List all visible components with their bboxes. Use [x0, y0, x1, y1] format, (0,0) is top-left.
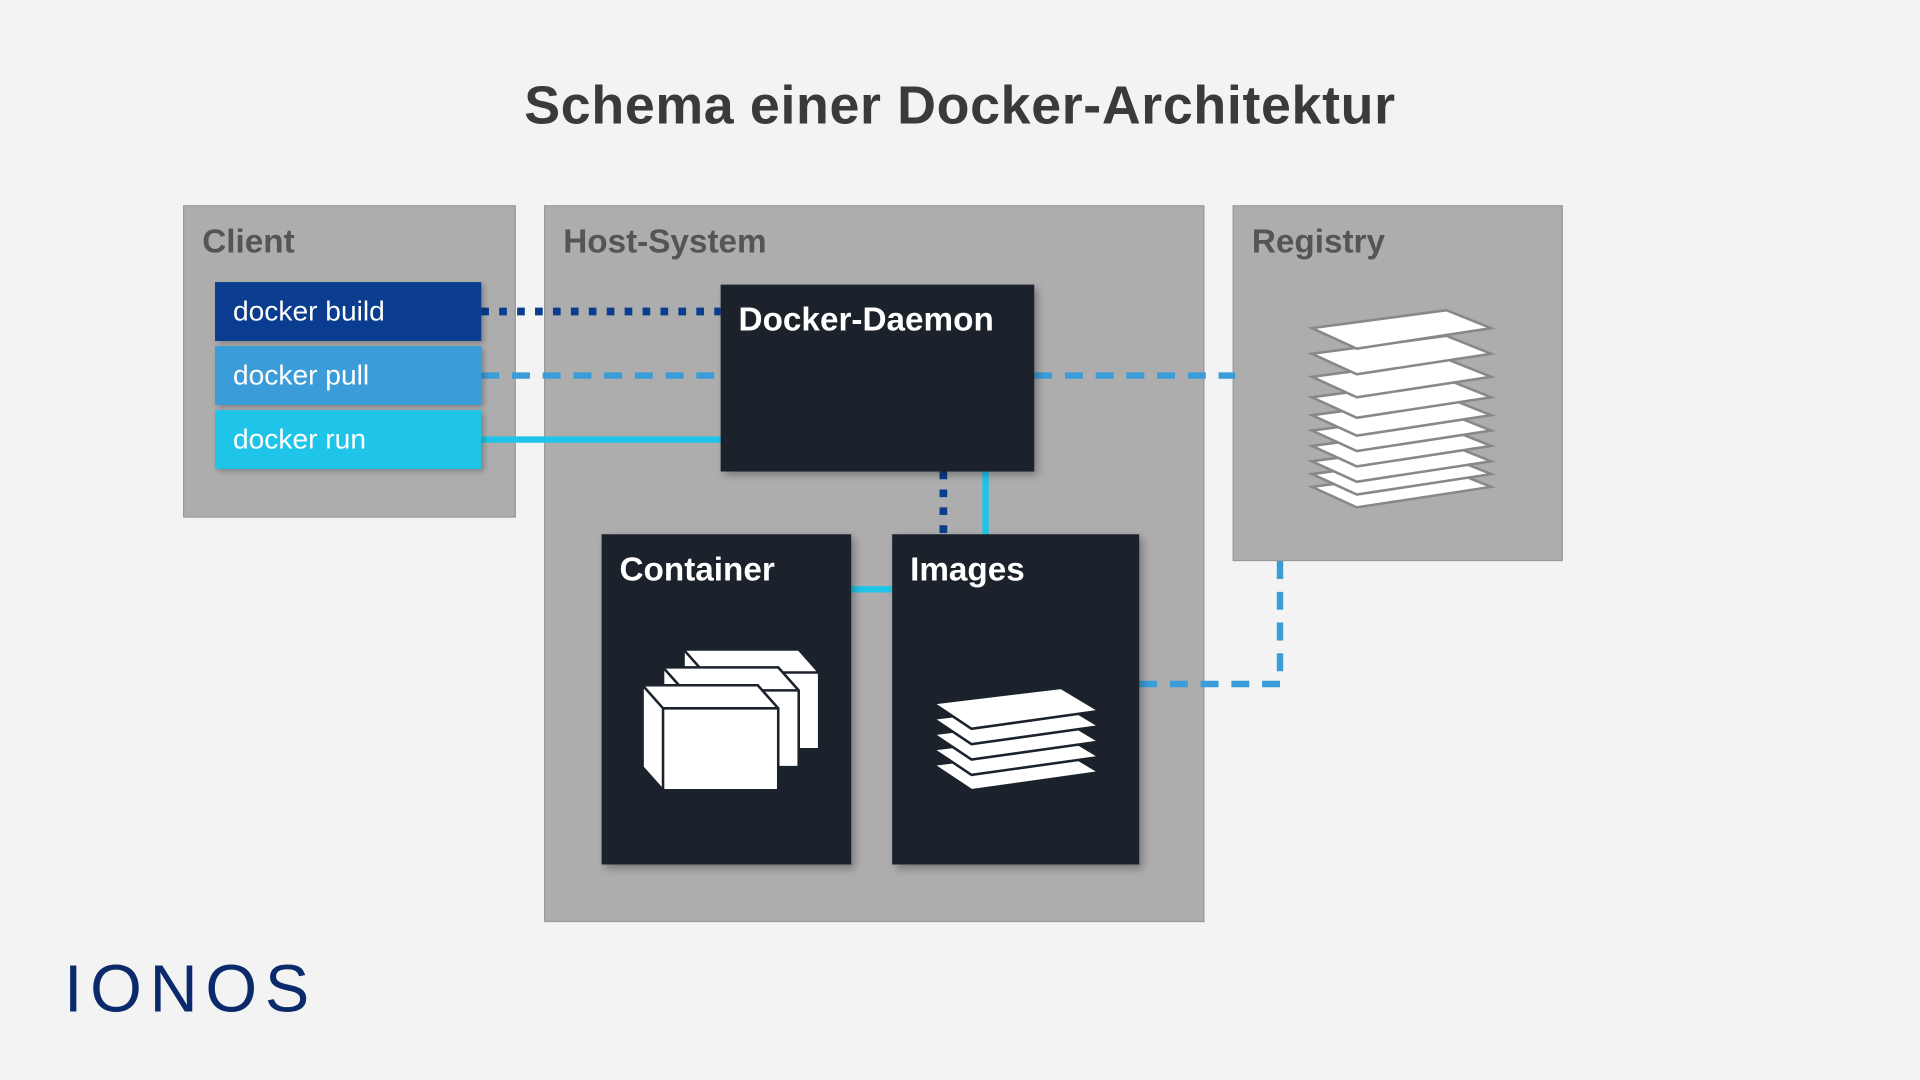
cmd-docker-run-label: docker run: [233, 423, 366, 455]
host-panel-label: Host-System: [563, 222, 766, 262]
container-box: Container: [602, 534, 852, 864]
images-icon: [908, 649, 1126, 841]
cmd-docker-build-label: docker build: [233, 295, 385, 327]
images-box: Images: [892, 534, 1139, 864]
cmd-docker-build: docker build: [215, 282, 481, 341]
cmd-docker-run: docker run: [215, 410, 481, 469]
brand-logo: IONOS: [64, 952, 317, 1029]
cmd-docker-pull: docker pull: [215, 346, 481, 405]
images-box-label: Images: [892, 534, 1139, 604]
diagram-title: Schema einer Docker-Architektur: [0, 75, 1920, 136]
client-panel-label: Client: [202, 222, 294, 262]
container-icon: [617, 611, 835, 829]
registry-panel-label: Registry: [1252, 222, 1385, 262]
diagram-canvas: Schema einer Docker-Architektur Client H…: [0, 0, 1920, 1079]
container-box-label: Container: [602, 534, 852, 604]
daemon-box: Docker-Daemon: [721, 285, 1035, 472]
cmd-docker-pull-label: docker pull: [233, 359, 369, 391]
registry-icon: [1280, 282, 1523, 538]
daemon-box-label: Docker-Daemon: [721, 285, 1035, 355]
